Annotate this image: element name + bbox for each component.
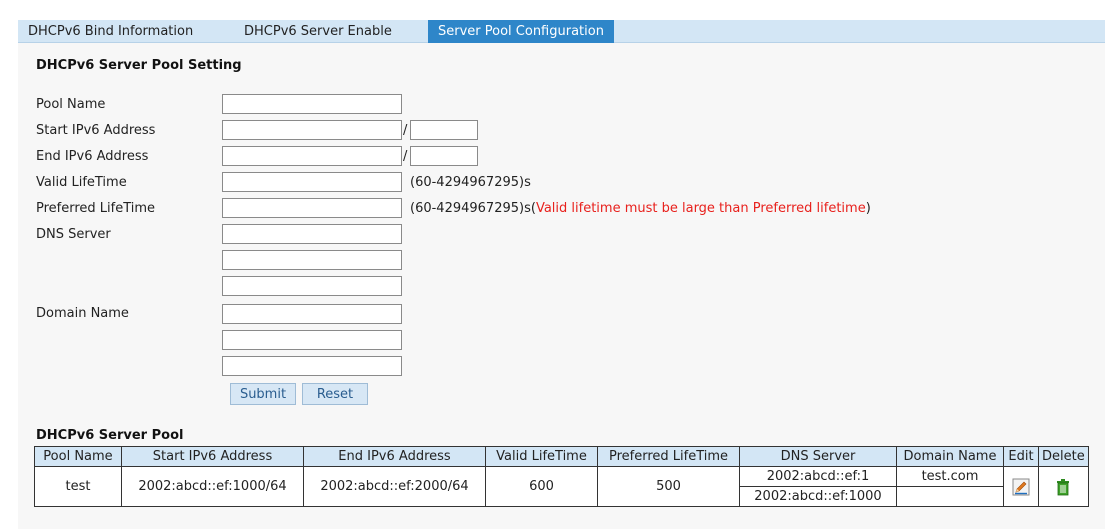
column-header: Delete [1038,446,1089,467]
dns-server-input-3[interactable] [222,276,402,296]
tab-bar: DHCPv6 Bind Information DHCPv6 Server En… [0,0,1105,43]
domain-name-input-3[interactable] [222,356,402,376]
form-title: DHCPv6 Server Pool Setting [36,58,242,73]
server-pool-table: Pool Name Start IPv6 Address End IPv6 Ad… [34,446,1089,507]
column-header: Preferred LifeTime [597,446,740,467]
tab-dhcpv6-server-enable[interactable]: DHCPv6 Server Enable [234,20,402,43]
preferred-range-text: (60-4294967295)s( [410,201,536,216]
cell-delete [1038,466,1089,507]
end-ipv6-address-input[interactable] [222,146,402,166]
edit-pencil-icon[interactable] [1012,478,1030,496]
column-header: Start IPv6 Address [121,446,304,467]
valid-lifetime-input[interactable] [222,172,402,192]
dns-server-input-1[interactable] [222,224,402,244]
cell-dns-server-1: 2002:abcd::ef:1 [739,466,897,487]
trash-icon[interactable] [1054,478,1072,496]
cell-end-address: 2002:abcd::ef:2000/64 [303,466,486,507]
lifetime-warning: Valid lifetime must be large than Prefer… [535,201,866,216]
cell-edit [1003,466,1039,507]
column-header: End IPv6 Address [303,446,486,467]
tab-dhcpv6-bind-information[interactable]: DHCPv6 Bind Information [18,20,203,43]
start-ipv6-label: Start IPv6 Address [36,123,156,138]
dns-server-input-2[interactable] [222,250,402,270]
dns-server-label: DNS Server [36,227,111,242]
column-header: Edit [1003,446,1039,467]
preferred-lifetime-label: Preferred LifeTime [36,201,156,216]
cell-preferred-lifetime: 500 [597,466,740,507]
end-prefix-slash: / [403,149,408,164]
cell-dns-server-2: 2002:abcd::ef:1000 [739,486,897,507]
end-prefix-input[interactable] [410,146,478,166]
valid-lifetime-label: Valid LifeTime [36,175,127,190]
column-header: Valid LifeTime [485,446,598,467]
preferred-lifetime-input[interactable] [222,198,402,218]
start-prefix-slash: / [403,123,408,138]
cell-pool-name: test [34,466,122,507]
cell-start-address: 2002:abcd::ef:1000/64 [121,466,304,507]
column-header: Pool Name [34,446,122,467]
column-header: Domain Name [896,446,1004,467]
start-prefix-input[interactable] [410,120,478,140]
column-header: DNS Server [739,446,897,467]
pool-name-input[interactable] [222,94,402,114]
valid-lifetime-hint: (60-4294967295)s [410,175,531,190]
domain-name-input-1[interactable] [222,304,402,324]
pool-name-label: Pool Name [36,97,106,112]
reset-button[interactable]: Reset [302,383,368,405]
domain-name-input-2[interactable] [222,330,402,350]
cell-domain-name-1: test.com [896,466,1004,487]
cell-domain-name-2 [896,486,1004,507]
preferred-hint-close: ) [865,201,871,216]
table-header-row: Pool Name Start IPv6 Address End IPv6 Ad… [34,446,1089,467]
pool-table-title: DHCPv6 Server Pool [36,428,184,443]
submit-button[interactable]: Submit [230,383,296,405]
start-ipv6-address-input[interactable] [222,120,402,140]
cell-valid-lifetime: 600 [485,466,598,507]
table-row: test 2002:abcd::ef:1000/64 2002:abcd::ef… [34,466,1089,507]
tab-server-pool-configuration[interactable]: Server Pool Configuration [428,20,614,43]
domain-name-label: Domain Name [36,306,129,321]
end-ipv6-label: End IPv6 Address [36,149,149,164]
preferred-lifetime-hint: (60-4294967295)s(Valid lifetime must be … [410,201,871,216]
